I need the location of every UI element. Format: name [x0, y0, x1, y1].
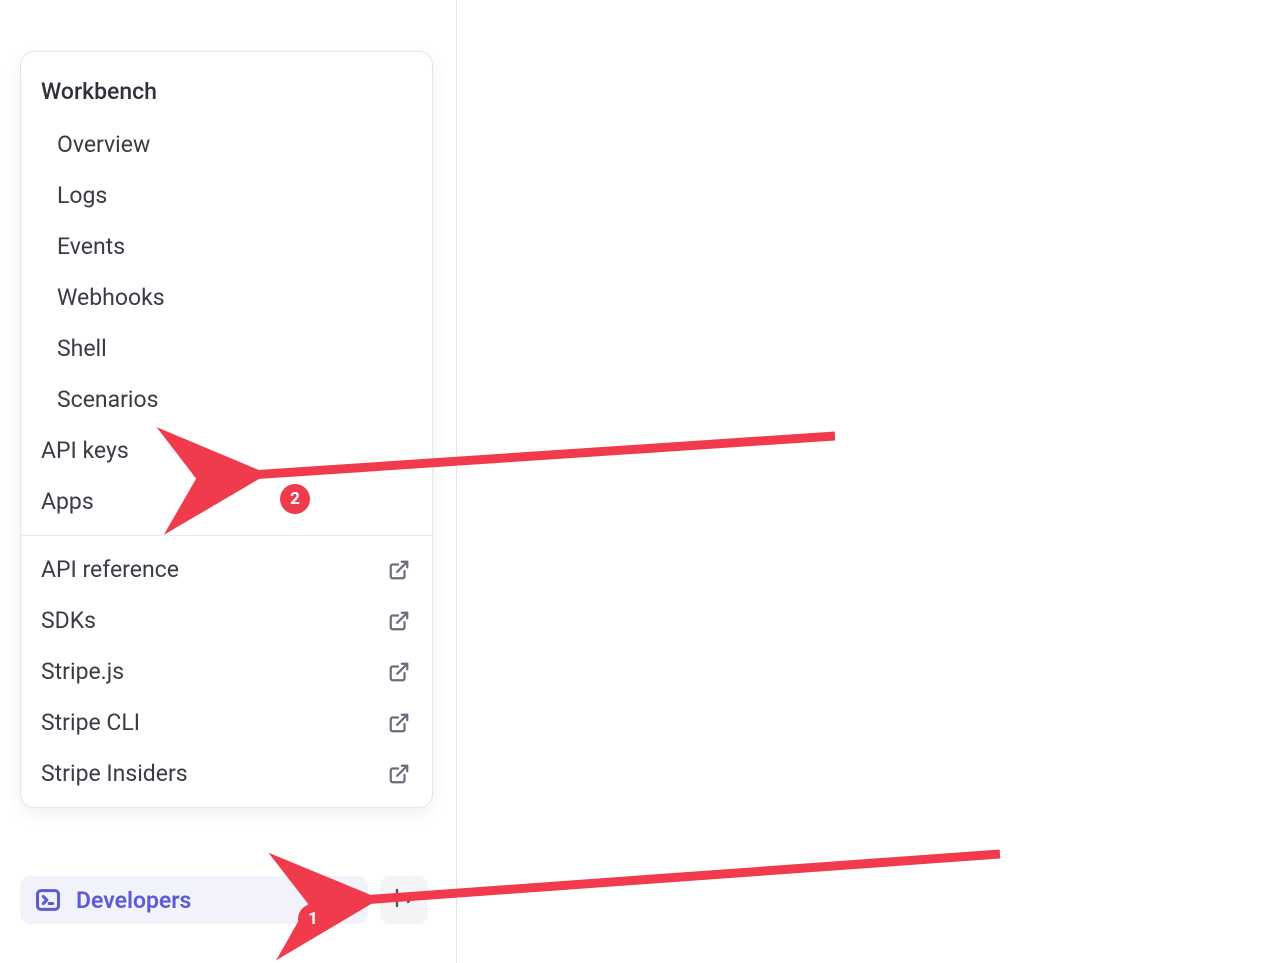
menu-item-logs[interactable]: Logs	[21, 170, 432, 221]
menu-item-apps[interactable]: Apps	[21, 476, 432, 527]
menu-item-sdks[interactable]: SDKs	[21, 595, 432, 646]
menu-item-label: Scenarios	[57, 386, 158, 413]
sidebar-bottombar: Developers	[20, 876, 428, 924]
menu-item-label: Stripe Insiders	[41, 760, 188, 787]
menu-item-overview[interactable]: Overview	[21, 119, 432, 170]
menu-item-stripe-cli[interactable]: Stripe CLI	[21, 697, 432, 748]
menu-item-stripejs[interactable]: Stripe.js	[21, 646, 432, 697]
menu-item-label: Shell	[57, 335, 107, 362]
menu-item-events[interactable]: Events	[21, 221, 432, 272]
menu-item-label: Webhooks	[57, 284, 165, 311]
menu-item-label: API keys	[41, 437, 129, 464]
collapse-sidebar-button[interactable]	[380, 876, 428, 924]
menu-item-stripe-insiders[interactable]: Stripe Insiders	[21, 748, 432, 799]
external-link-icon	[388, 712, 412, 734]
popup-section-external: API reference SDKs Stripe.js Stripe CLI …	[21, 536, 432, 807]
external-link-icon	[388, 661, 412, 683]
sidebar-vertical-divider	[456, 0, 457, 963]
menu-item-label: Events	[57, 233, 125, 260]
external-link-icon	[388, 559, 412, 581]
developers-popup: Workbench Overview Logs Events Webhooks …	[20, 51, 433, 808]
external-link-icon	[388, 763, 412, 785]
menu-item-label: Stripe.js	[41, 658, 124, 685]
menu-item-scenarios[interactable]: Scenarios	[21, 374, 432, 425]
collapse-icon	[392, 886, 416, 914]
external-link-icon	[388, 610, 412, 632]
popup-section-workbench: Workbench Overview Logs Events Webhooks …	[21, 52, 432, 535]
menu-item-api-keys[interactable]: API keys	[21, 425, 432, 476]
developers-button[interactable]: Developers	[20, 876, 368, 924]
menu-item-webhooks[interactable]: Webhooks	[21, 272, 432, 323]
menu-item-api-reference[interactable]: API reference	[21, 544, 432, 595]
menu-item-label: Stripe CLI	[41, 709, 140, 736]
popup-header-workbench: Workbench	[21, 60, 432, 119]
developers-button-label: Developers	[76, 887, 191, 914]
menu-item-shell[interactable]: Shell	[21, 323, 432, 374]
menu-item-label: Apps	[41, 488, 94, 515]
menu-item-label: Logs	[57, 182, 107, 209]
menu-item-label: Overview	[57, 131, 150, 158]
menu-item-label: SDKs	[41, 607, 96, 634]
menu-item-label: API reference	[41, 556, 179, 583]
terminal-icon	[34, 886, 62, 914]
